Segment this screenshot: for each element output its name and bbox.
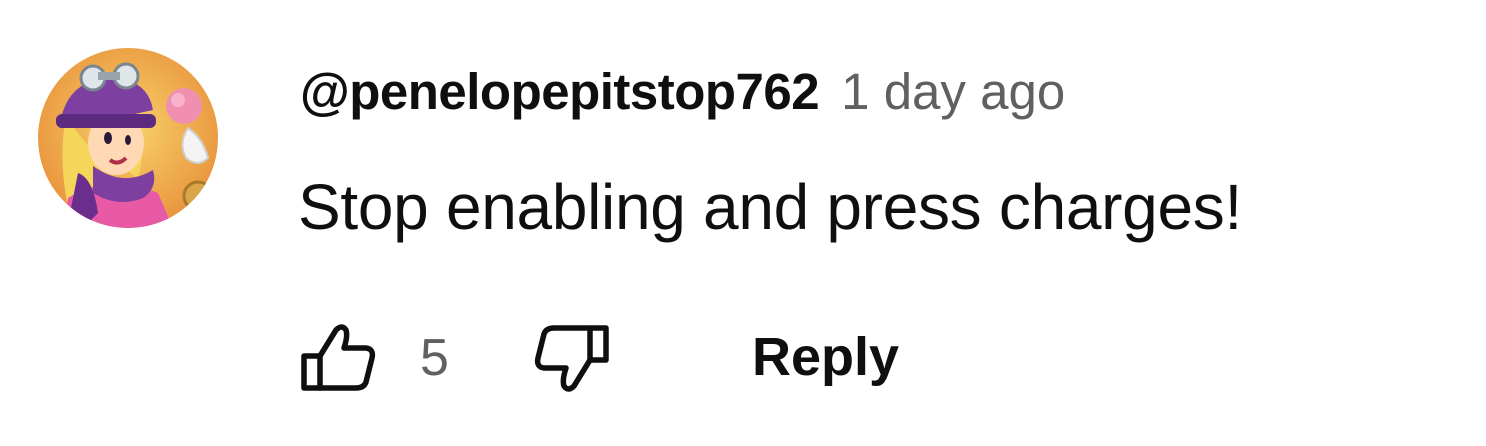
- dislike-button[interactable]: [534, 318, 612, 398]
- author-name[interactable]: @penelopepitstop762: [300, 62, 820, 121]
- thumbs-up-icon: [301, 324, 376, 391]
- cartoon-avatar-icon: [38, 48, 218, 228]
- avatar[interactable]: [38, 48, 218, 228]
- comment: @penelopepitstop762 1 day ago Stop enabl…: [0, 0, 1486, 446]
- reply-button[interactable]: Reply: [752, 326, 899, 388]
- comment-actions: 5 Reply: [298, 318, 998, 398]
- timestamp[interactable]: 1 day ago: [841, 62, 1065, 121]
- thumbs-down-icon: [534, 325, 609, 392]
- comment-text: Stop enabling and press charges!: [298, 171, 1242, 243]
- like-count: 5: [420, 329, 449, 387]
- like-button[interactable]: [298, 318, 376, 398]
- comment-header: @penelopepitstop762 1 day ago: [300, 62, 1065, 126]
